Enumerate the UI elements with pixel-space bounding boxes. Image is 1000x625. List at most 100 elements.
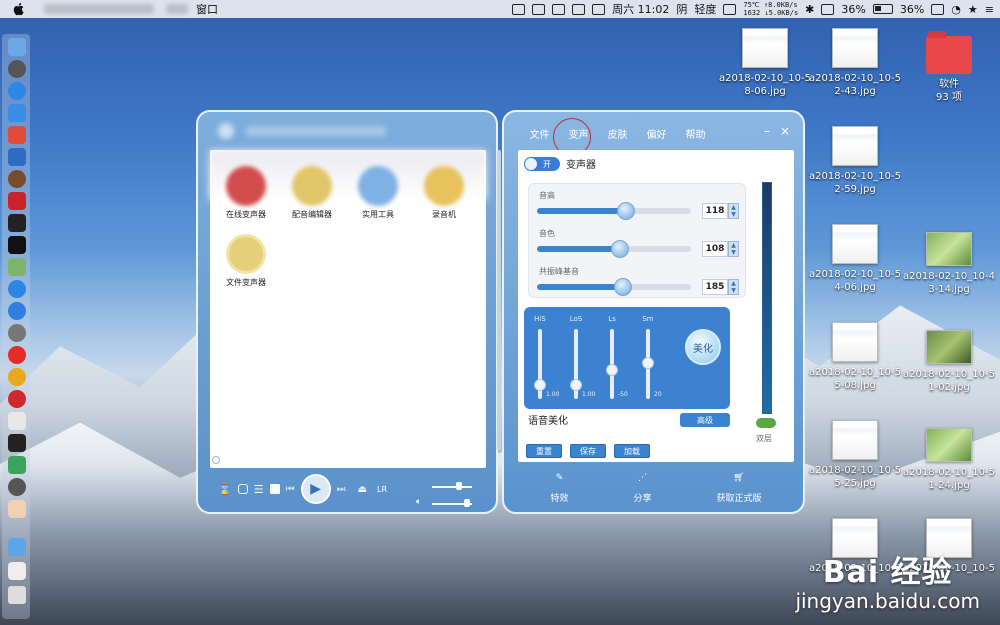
screenshot-icon[interactable] [552,3,566,15]
balance-knob[interactable] [456,482,462,490]
yandex-icon[interactable] [8,346,26,364]
play-button[interactable]: ▶ [300,474,331,504]
pitch-value[interactable]: 118 [702,203,728,219]
eq-ls-knob[interactable] [606,363,618,376]
bluetooth-icon[interactable]: ✱ [805,3,814,16]
app-netease-icon[interactable] [8,192,26,210]
app-brown-icon[interactable] [8,170,26,188]
eq-los-knob[interactable] [570,379,582,391]
stop-icon[interactable] [269,484,280,494]
app-store-icon[interactable] [8,302,26,320]
tab-help[interactable]: 帮助 [676,122,715,144]
load-button[interactable]: 加载 [614,444,650,458]
app-status-icon[interactable] [931,3,945,15]
tool-file-voice-changer[interactable]: 文件变声器 [216,234,276,288]
apple-icon[interactable] [12,2,26,16]
loop-icon[interactable]: ⌛ [218,483,232,496]
repeat-icon[interactable] [237,484,248,494]
balance-slider[interactable] [432,486,472,488]
formant-slider[interactable] [537,278,691,296]
app-green-icon[interactable] [8,258,26,276]
trash-icon[interactable] [8,586,26,604]
next-icon[interactable]: ⏭ [337,484,346,495]
app-teal-icon[interactable] [8,456,26,474]
volume-knob[interactable] [464,499,470,507]
contacts-icon[interactable] [8,104,26,122]
volume-icon[interactable]: 🔈︎ [416,497,421,507]
close-button[interactable]: × [780,124,790,138]
progress-knob[interactable] [212,456,220,464]
menu-item-blurred[interactable] [166,4,188,14]
finder-icon[interactable] [8,38,26,56]
pitch-slider[interactable] [537,202,691,220]
net-speed[interactable]: 75℃ ↑8.0KB/s 1632 ↓5.0KB/s [743,1,798,17]
tool-online-voice-changer[interactable]: 在线变声器 [216,166,276,220]
battery-percent-1[interactable]: 36% [841,3,865,16]
display-icon[interactable] [532,3,546,15]
activity-monitor-icon[interactable] [8,214,26,232]
airplay-icon[interactable] [821,3,835,15]
app-gray-icon[interactable] [8,478,26,496]
formant-slider-knob[interactable] [614,278,633,296]
pitch-slider-knob[interactable] [617,202,636,220]
system-preferences-icon[interactable] [8,324,26,342]
desktop-file-9[interactable]: a2018-02-10_10-5 1-24.jpg [894,428,1000,492]
tool-dubbing-editor[interactable]: 配音编辑器 [282,166,342,220]
desktop-file-3[interactable]: a2018-02-10_10-5 2-59.jpg [800,126,910,196]
eq-his-knob[interactable] [534,379,546,391]
siri-icon[interactable] [8,280,26,298]
reset-button[interactable]: 重置 [526,444,562,458]
tool-recorder[interactable]: 录音机 [414,166,474,220]
network-monitor-icon[interactable] [723,3,737,15]
datetime[interactable]: 周六 11:02 [612,1,669,17]
weather[interactable]: 阴 [676,1,687,17]
favorites-icon[interactable]: ★ [968,3,978,16]
chrome-icon[interactable] [8,368,26,386]
previous-icon[interactable]: ⏮ [286,484,295,495]
wifi-icon[interactable]: ◔ [951,3,961,16]
calendar-icon[interactable] [592,3,606,15]
tool-utilities[interactable]: 实用工具 [348,166,408,220]
advanced-button[interactable]: 高级 [680,413,730,427]
eq-sm-knob[interactable] [642,356,654,369]
tab-skin[interactable]: 皮肤 [598,122,637,144]
timbre-spinner[interactable]: ▲ ▼ [728,241,739,257]
eq-sm-slider[interactable] [642,329,654,399]
menu-window[interactable]: 窗口 [196,1,218,17]
menu-list-icon[interactable]: ≡ [985,3,994,16]
downloads-folder-icon[interactable] [8,538,26,556]
save-button[interactable]: 保存 [570,444,606,458]
launchpad-icon[interactable] [8,60,26,78]
beautify-button[interactable]: 美化 [685,329,721,365]
minimize-button[interactable]: – [764,124,770,138]
safari-icon[interactable] [8,82,26,100]
formant-spinner[interactable]: ▲ ▼ [728,279,739,295]
share-button[interactable]: ⋰ 分享 [633,473,651,504]
console-icon[interactable] [8,434,26,452]
app-red-icon[interactable] [8,126,26,144]
desktop-file-7[interactable]: a2018-02-10_10-5 1-02.jpg [894,330,1000,394]
eq-his-slider[interactable] [534,329,546,399]
effects-button[interactable]: ✎ 特效 [550,473,568,504]
app-blue-icon[interactable] [8,148,26,166]
playlist-icon[interactable]: ☰ [254,483,264,496]
eject-icon[interactable]: ⏏ [358,484,367,495]
battery-percent-2[interactable]: 36% [900,3,924,16]
documents-icon[interactable] [8,562,26,580]
image-icon[interactable] [572,3,586,15]
get-full-version-button[interactable]: 🛒︎ 获取正式版 [716,473,761,504]
app-name-blurred[interactable] [44,4,154,14]
window-splitter[interactable] [497,150,501,450]
notes-icon[interactable] [8,412,26,430]
terminal-icon[interactable] [8,236,26,254]
voice-changer-switch[interactable]: 开 [524,157,560,171]
eq-ls-slider[interactable] [606,329,618,399]
pitch-spinner[interactable]: ▲ ▼ [728,203,739,219]
avatar-app-icon[interactable] [8,500,26,518]
tab-preferences[interactable]: 偏好 [637,122,676,144]
timbre-value[interactable]: 108 [702,241,728,257]
dual-layer-toggle[interactable] [756,418,776,428]
netease-music-icon[interactable] [8,390,26,408]
desktop-folder-software[interactable]: 软件 93 项 [894,31,1000,104]
eq-los-slider[interactable] [570,329,582,399]
